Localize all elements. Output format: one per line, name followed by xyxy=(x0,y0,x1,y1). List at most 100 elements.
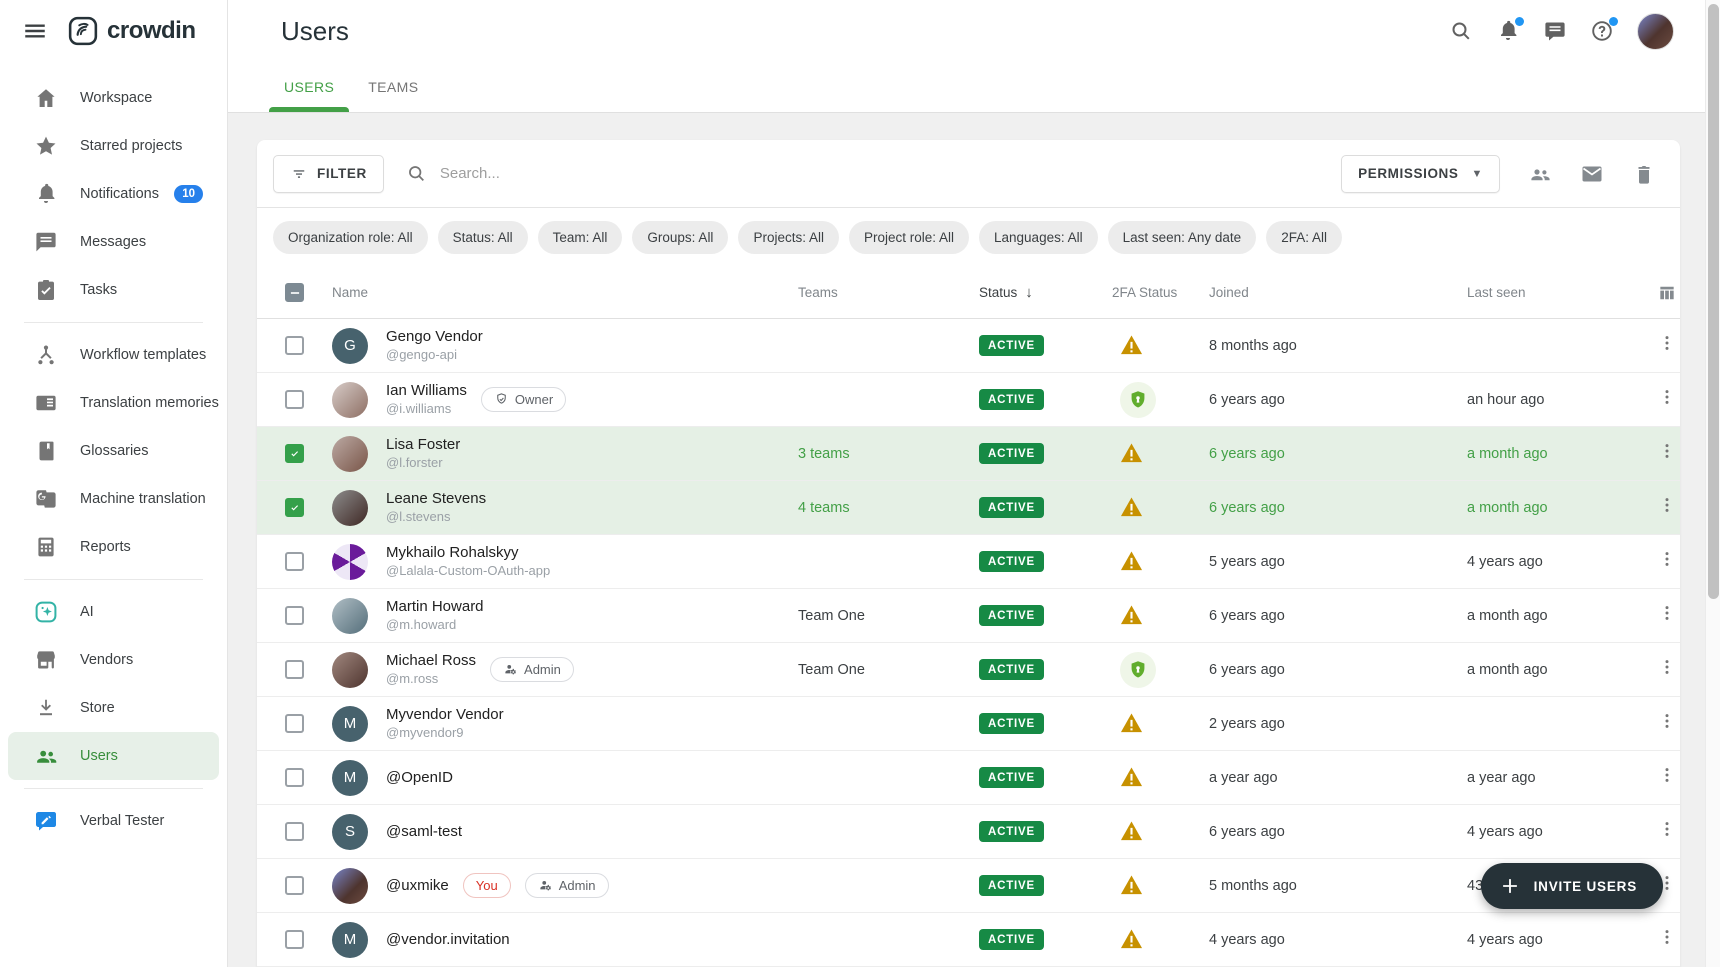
user-name-block[interactable]: Myvendor Vendor@myvendor9 xyxy=(386,706,504,741)
row-menu-icon[interactable] xyxy=(1657,828,1677,845)
row-menu-icon[interactable] xyxy=(1657,666,1677,683)
filter-chip[interactable]: Project role: All xyxy=(849,221,969,254)
scrollbar-thumb[interactable] xyxy=(1708,4,1719,599)
toolbar-actions: PERMISSIONS ▼ xyxy=(1341,155,1656,193)
row-checkbox[interactable] xyxy=(285,498,304,517)
user-name[interactable]: @uxmike xyxy=(386,877,449,894)
scrollbar-track[interactable] xyxy=(1705,0,1720,967)
teams-cell[interactable]: Team One xyxy=(798,608,979,624)
2fa-warning-icon xyxy=(1120,334,1143,357)
column-header-last-seen[interactable]: Last seen xyxy=(1467,285,1657,300)
table-row: Ian Williams@i.williamsOwnerACTIVE6 year… xyxy=(257,373,1680,427)
search-icon[interactable] xyxy=(1449,19,1473,43)
row-checkbox[interactable] xyxy=(285,714,304,733)
tab-teams[interactable]: TEAMS xyxy=(351,62,435,112)
sidebar-item-label: Notifications xyxy=(80,186,159,202)
sidebar-item-ai[interactable]: AI xyxy=(8,588,219,636)
sidebar-item-workflow-templates[interactable]: Workflow templates xyxy=(8,331,219,379)
avatar xyxy=(332,490,368,526)
filter-chip[interactable]: Groups: All xyxy=(632,221,728,254)
user-name-block[interactable]: Mykhailo Rohalskyy@Lalala-Custom-OAuth-a… xyxy=(386,544,550,579)
column-header-status[interactable]: Status ↓ xyxy=(979,284,1112,301)
user-name[interactable]: @OpenID xyxy=(386,769,453,786)
row-checkbox[interactable] xyxy=(285,930,304,949)
hamburger-menu-icon[interactable] xyxy=(22,18,48,44)
user-name[interactable]: @vendor.invitation xyxy=(386,931,510,948)
help-icon[interactable] xyxy=(1590,19,1614,43)
sidebar-item-machine-translation[interactable]: Machine translation xyxy=(8,475,219,523)
manage-teams-icon[interactable] xyxy=(1528,162,1552,186)
teams-cell[interactable]: 3 teams xyxy=(798,446,979,462)
sidebar-item-glossaries[interactable]: Glossaries xyxy=(8,427,219,475)
delete-icon[interactable] xyxy=(1632,162,1656,186)
sidebar-item-store[interactable]: Store xyxy=(8,684,219,732)
sidebar-item-tasks[interactable]: Tasks xyxy=(8,266,219,314)
row-menu-icon[interactable] xyxy=(1657,450,1677,467)
permissions-dropdown[interactable]: PERMISSIONS ▼ xyxy=(1341,155,1500,193)
search-input[interactable] xyxy=(440,165,860,182)
row-checkbox[interactable] xyxy=(285,768,304,787)
user-name: Ian Williams xyxy=(386,382,467,400)
filter-chip[interactable]: Languages: All xyxy=(979,221,1098,254)
row-menu-icon[interactable] xyxy=(1657,936,1677,953)
teams-cell[interactable]: Team One xyxy=(798,662,979,678)
row-menu-icon[interactable] xyxy=(1657,774,1677,791)
email-icon[interactable] xyxy=(1580,162,1604,186)
sidebar-item-messages[interactable]: Messages xyxy=(8,218,219,266)
sidebar-item-workspace[interactable]: Workspace xyxy=(8,74,219,122)
messages-icon[interactable] xyxy=(1543,19,1567,43)
row-menu-icon[interactable] xyxy=(1657,342,1677,359)
row-checkbox[interactable] xyxy=(285,660,304,679)
row-checkbox[interactable] xyxy=(285,822,304,841)
sidebar-item-starred-projects[interactable]: Starred projects xyxy=(8,122,219,170)
row-checkbox[interactable] xyxy=(285,876,304,895)
column-header-name[interactable]: Name xyxy=(321,285,798,300)
tab-users[interactable]: USERS xyxy=(267,62,351,112)
sidebar-item-vendors[interactable]: Vendors xyxy=(8,636,219,684)
row-menu-icon[interactable] xyxy=(1657,396,1677,413)
user-name-block[interactable]: Martin Howard@m.howard xyxy=(386,598,484,633)
sidebar-item-notifications[interactable]: Notifications10 xyxy=(8,170,219,218)
filter-button[interactable]: FILTER xyxy=(273,155,384,193)
user-name[interactable]: @saml-test xyxy=(386,823,462,840)
crowdin-logo-icon xyxy=(68,16,98,46)
row-checkbox[interactable] xyxy=(285,336,304,355)
user-name-block[interactable]: Gengo Vendor@gengo-api xyxy=(386,328,483,363)
teams-cell[interactable]: 4 teams xyxy=(798,500,979,516)
row-menu-icon[interactable] xyxy=(1657,558,1677,575)
column-header-2fa[interactable]: 2FA Status xyxy=(1112,285,1209,300)
joined-cell: a year ago xyxy=(1209,770,1467,786)
column-settings-icon[interactable] xyxy=(1657,283,1677,303)
filter-chip[interactable]: 2FA: All xyxy=(1266,221,1342,254)
row-menu-icon[interactable] xyxy=(1657,720,1677,737)
sidebar-item-translation-memories[interactable]: Translation memories xyxy=(8,379,219,427)
filter-chip[interactable]: Team: All xyxy=(538,221,623,254)
last-seen-cell: a year ago xyxy=(1467,770,1657,786)
table-row: GGengo Vendor@gengo-apiACTIVE8 months ag… xyxy=(257,319,1680,373)
sidebar-item-reports[interactable]: Reports xyxy=(8,523,219,571)
user-name-block[interactable]: Michael Ross@m.ross xyxy=(386,652,476,687)
user-name-block[interactable]: Leane Stevens@l.stevens xyxy=(386,490,486,525)
sidebar-item-verbal-tester[interactable]: Verbal Tester xyxy=(8,797,219,845)
user-name-block[interactable]: Ian Williams@i.williams xyxy=(386,382,467,417)
user-handle: @m.howard xyxy=(386,616,484,633)
row-checkbox[interactable] xyxy=(285,606,304,625)
crowdin-logo[interactable]: crowdin xyxy=(68,16,196,46)
invite-users-button[interactable]: INVITE USERS xyxy=(1481,863,1663,909)
row-menu-icon[interactable] xyxy=(1657,612,1677,629)
row-checkbox[interactable] xyxy=(285,390,304,409)
column-header-joined[interactable]: Joined xyxy=(1209,285,1467,300)
column-header-teams[interactable]: Teams xyxy=(798,285,979,300)
filter-chip[interactable]: Organization role: All xyxy=(273,221,428,254)
user-avatar[interactable] xyxy=(1637,13,1674,50)
filter-chip[interactable]: Last seen: Any date xyxy=(1108,221,1257,254)
row-checkbox[interactable] xyxy=(285,444,304,463)
sidebar-item-users[interactable]: Users xyxy=(8,732,219,780)
row-checkbox[interactable] xyxy=(285,552,304,571)
select-all-checkbox[interactable] xyxy=(285,283,304,302)
row-menu-icon[interactable] xyxy=(1657,504,1677,521)
notifications-icon[interactable] xyxy=(1496,19,1520,43)
filter-chip[interactable]: Projects: All xyxy=(738,221,839,254)
filter-chip[interactable]: Status: All xyxy=(438,221,528,254)
user-name-block[interactable]: Lisa Foster@l.forster xyxy=(386,436,460,471)
